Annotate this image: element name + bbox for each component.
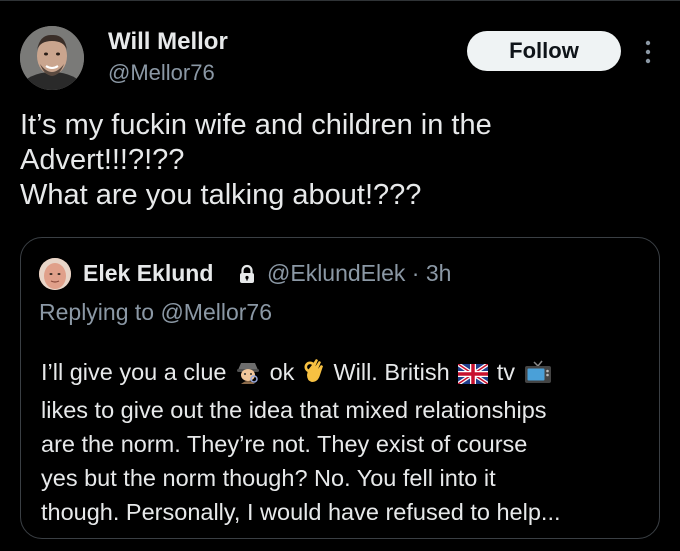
tweet-line: What are you talking about!??? bbox=[20, 179, 422, 211]
uk-flag-emoji-icon bbox=[457, 359, 490, 393]
quoted-line: I’ll give you a clue ok Will. British tv bbox=[41, 355, 651, 393]
quoted-line: likes to give out the idea that mixed re… bbox=[41, 397, 547, 423]
author-display-name[interactable]: Will Mellor bbox=[108, 28, 228, 56]
tweet-line: Advert!!!?!?? bbox=[20, 144, 185, 176]
quoted-tweet[interactable]: Elek Eklund @EklundElek · 3h Replying to… bbox=[20, 237, 660, 539]
quoted-line: are the norm. They’re not. They exist of… bbox=[41, 431, 528, 457]
author-handle[interactable]: @Mellor76 bbox=[108, 60, 215, 86]
quoted-author-avatar[interactable] bbox=[39, 258, 71, 290]
tweet-text: It’s my fuckin wife and children in the … bbox=[20, 108, 660, 213]
quoted-text-segment: Will. British bbox=[333, 359, 450, 385]
lock-icon bbox=[238, 264, 256, 284]
detective-emoji-icon bbox=[235, 358, 261, 393]
top-divider bbox=[0, 0, 680, 1]
quoted-line: yes but the norm though? No. You fell in… bbox=[41, 465, 496, 491]
quoted-tweet-text: I’ll give you a clue ok Will. British tv… bbox=[41, 355, 651, 529]
quoted-handle-time[interactable]: @EklundElek · 3h bbox=[267, 260, 451, 287]
quoted-line: though. Personally, I would have refused… bbox=[41, 499, 561, 525]
tv-emoji-icon bbox=[524, 359, 552, 393]
quoted-text-segment: tv bbox=[496, 359, 515, 385]
follow-button[interactable]: Follow bbox=[467, 31, 621, 71]
tweet-header: Will Mellor @Mellor76 Follow bbox=[20, 24, 660, 94]
ok-hand-emoji-icon bbox=[303, 358, 325, 393]
tweet-line: It’s my fuckin wife and children in the bbox=[20, 109, 492, 141]
quoted-author-name[interactable]: Elek Eklund bbox=[83, 260, 213, 287]
quoted-text-segment: I’ll give you a clue bbox=[41, 359, 227, 385]
author-avatar[interactable] bbox=[20, 26, 84, 90]
replying-to[interactable]: Replying to @Mellor76 bbox=[39, 299, 272, 326]
more-options-icon[interactable] bbox=[642, 38, 654, 66]
quoted-text-segment: ok bbox=[269, 359, 295, 385]
